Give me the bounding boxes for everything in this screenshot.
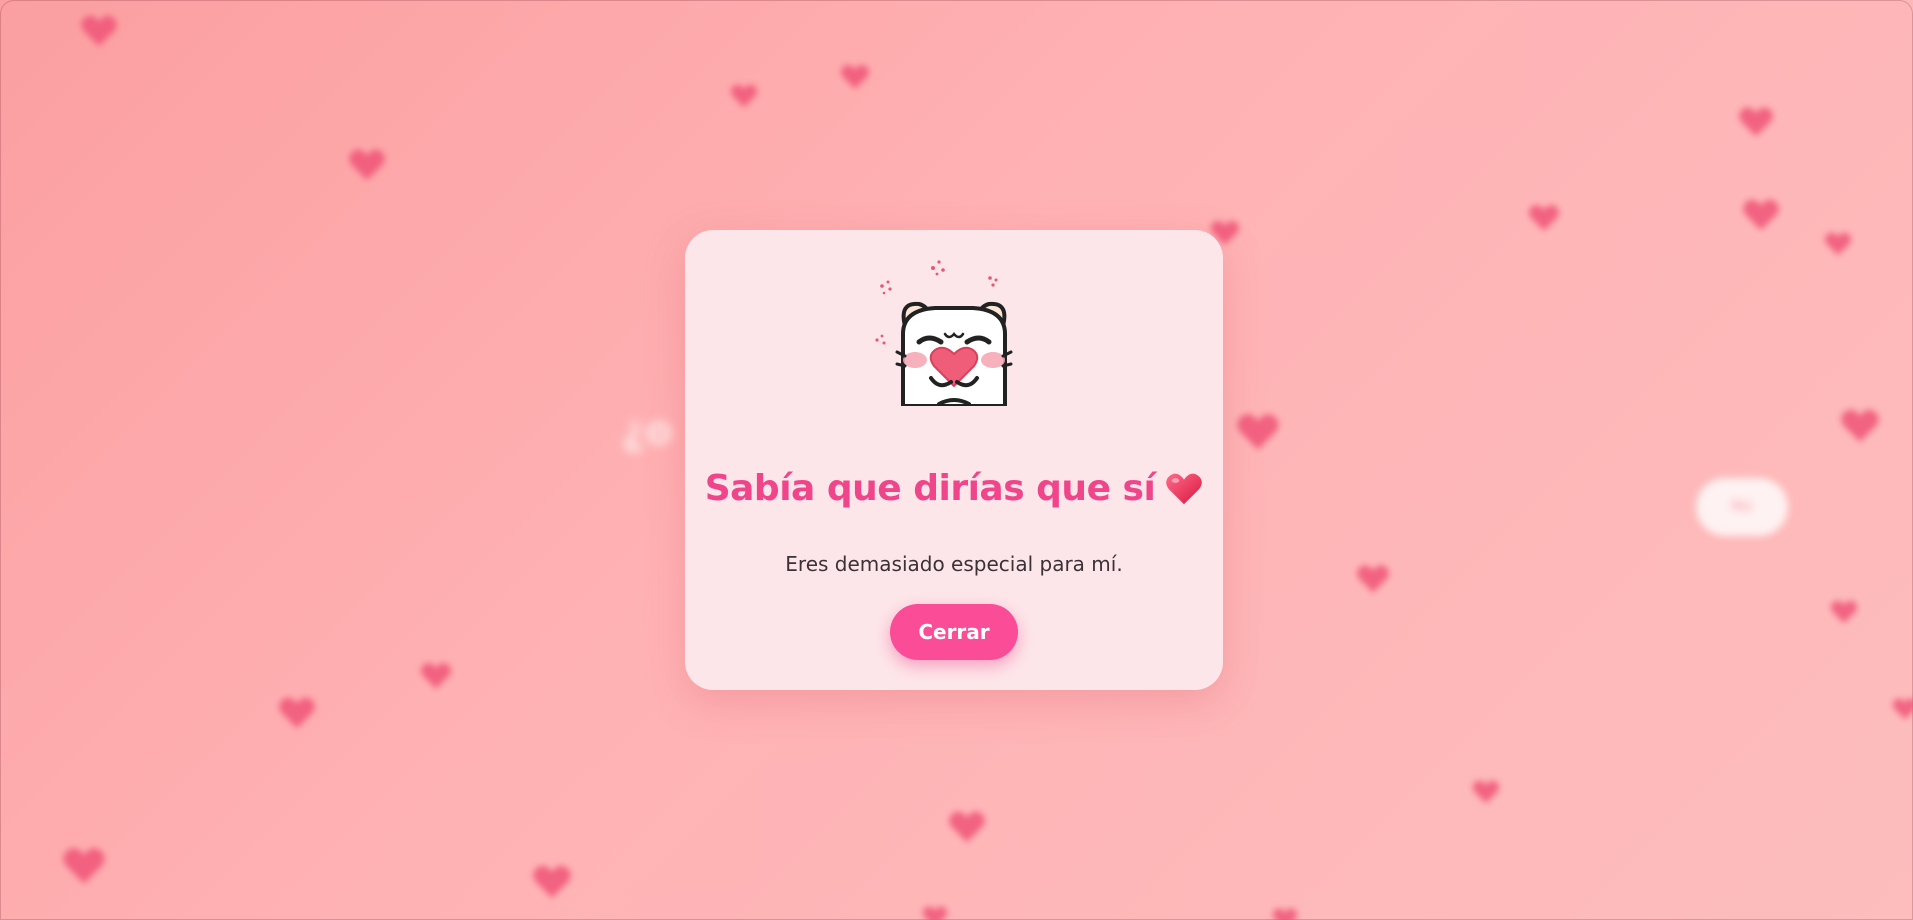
heart-icon — [1472, 778, 1500, 806]
heart-icon — [1236, 410, 1280, 454]
heart-icon — [840, 62, 870, 92]
heart-icon — [1272, 906, 1298, 920]
heart-icon — [1840, 406, 1880, 446]
modal-message: Eres demasiado especial para mí. — [785, 552, 1123, 576]
heart-icon — [1892, 696, 1913, 722]
heart-icon — [948, 808, 986, 846]
heart-icon — [730, 82, 758, 110]
heart-icon — [1738, 104, 1774, 140]
close-button[interactable]: Cerrar — [890, 604, 1018, 660]
blurred-question-text: ¿o — [622, 408, 673, 454]
heart-icon — [1742, 196, 1780, 234]
heart-icon — [420, 660, 452, 692]
heart-icon — [348, 146, 386, 184]
heart-icon — [1528, 202, 1560, 234]
heart-icon — [80, 12, 118, 50]
blurred-no-button[interactable]: No — [1696, 478, 1788, 536]
bear-heart-sticker — [869, 256, 1039, 406]
modal-title: Sabía que dirías que sí — [685, 468, 1223, 509]
app-background: ¿o No Sabía que dirías que sí Eres demas… — [0, 0, 1913, 920]
success-modal: Sabía que dirías que sí Eres demasiado e… — [685, 230, 1223, 690]
heart-icon — [1824, 230, 1852, 258]
heart-icon — [62, 844, 106, 888]
heart-icon — [278, 694, 316, 732]
blurred-no-button-label: No — [1731, 496, 1753, 515]
heart-icon — [1356, 562, 1390, 596]
modal-title-text: Sabía que dirías que sí — [704, 468, 1156, 509]
heart-icon — [532, 862, 572, 902]
heart-icon — [922, 904, 948, 920]
heart-icon — [1830, 598, 1858, 626]
red-heart-emoji-icon — [1165, 472, 1203, 506]
